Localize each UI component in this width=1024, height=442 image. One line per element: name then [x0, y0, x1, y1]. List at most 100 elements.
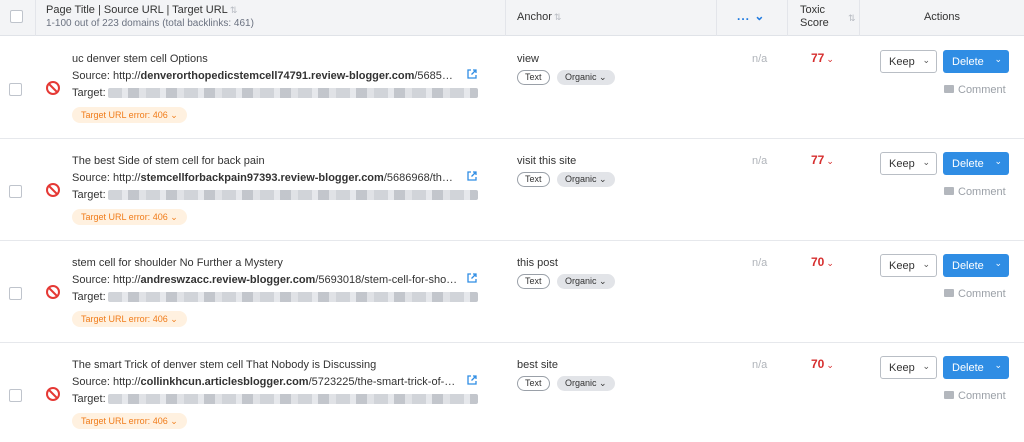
select-all-checkbox[interactable]	[10, 10, 23, 23]
anchor-text: this post	[517, 257, 558, 269]
table-row: uc denver stem cell Options Source: http…	[0, 37, 1024, 139]
chevron-down-icon: ⌄	[922, 157, 930, 167]
delete-button[interactable]: Delete ⌄	[943, 50, 1009, 73]
anchor-column-title[interactable]: Anchor ⇅	[517, 11, 561, 23]
chevron-down-icon: ⌄	[994, 54, 1002, 64]
extra-value: n/a	[752, 53, 768, 65]
comment-icon	[944, 187, 954, 195]
chevron-down-icon: ⌄	[599, 276, 607, 286]
sort-icon[interactable]: ⇅	[848, 12, 856, 25]
column-picker-button[interactable]: ... ⌄	[737, 9, 765, 23]
target-error-badge[interactable]: Target URL error: 406 ⌄	[72, 107, 187, 123]
source-url[interactable]: Source: http://andreswzacc.review-blogge…	[72, 274, 467, 286]
chevron-down-icon: ⌄	[170, 212, 178, 222]
link-type-tag: Text	[517, 172, 550, 187]
page-column-title[interactable]: Page Title | Source URL | Target URL ⇅	[46, 4, 237, 16]
toxic-score[interactable]: 70 ⌄	[811, 255, 834, 269]
target-label: Target:	[72, 189, 106, 201]
target-url-redacted	[108, 292, 478, 302]
sort-icon[interactable]: ⇅	[230, 5, 238, 15]
link-kind-tag[interactable]: Organic ⌄	[557, 274, 615, 289]
external-link-icon[interactable]	[467, 69, 477, 79]
delete-button[interactable]: Delete ⌄	[943, 152, 1009, 175]
no-entry-icon	[46, 285, 60, 299]
page-title: The best Side of stem cell for back pain	[72, 155, 265, 167]
target-label: Target:	[72, 393, 106, 405]
target-url-redacted	[108, 190, 478, 200]
toxic-score[interactable]: 77 ⌄	[811, 51, 834, 65]
comment-icon	[944, 391, 954, 399]
row-checkbox[interactable]	[9, 83, 22, 96]
chevron-down-icon: ⌄	[599, 378, 607, 388]
row-checkbox[interactable]	[9, 287, 22, 300]
header-toxic-column[interactable]: Toxic Score ⇅	[788, 0, 860, 36]
target-url-redacted	[108, 88, 478, 98]
toxic-score[interactable]: 70 ⌄	[811, 357, 834, 371]
header-anchor-column[interactable]: Anchor ⇅	[506, 0, 717, 36]
chevron-down-icon: ⌄	[599, 174, 607, 184]
comment-link[interactable]: Comment	[944, 84, 1006, 96]
header-extra-column[interactable]: ... ⌄	[717, 0, 788, 36]
header-select-cell	[0, 0, 36, 36]
anchor-text: view	[517, 53, 540, 65]
table-row: stem cell for shoulder No Further a Myst…	[0, 241, 1024, 343]
chevron-down-icon: ⌄	[922, 259, 930, 269]
page-title: stem cell for shoulder No Further a Myst…	[72, 257, 283, 269]
source-url[interactable]: Source: http://stemcellforbackpain97393.…	[72, 172, 467, 184]
target-label: Target:	[72, 87, 106, 99]
target-error-badge[interactable]: Target URL error: 406 ⌄	[72, 311, 187, 327]
delete-button[interactable]: Delete ⌄	[943, 254, 1009, 277]
link-type-tag: Text	[517, 376, 550, 391]
source-url[interactable]: Source: http://collinkhcun.articlesblogg…	[72, 376, 467, 388]
anchor-text: visit this site	[517, 155, 577, 167]
link-kind-tag[interactable]: Organic ⌄	[557, 172, 615, 187]
chevron-down-icon: ⌄	[994, 258, 1002, 268]
table-row: The smart Trick of denver stem cell That…	[0, 343, 1024, 442]
target-label: Target:	[72, 291, 106, 303]
no-entry-icon	[46, 387, 60, 401]
sort-icon[interactable]: ⇅	[554, 12, 562, 22]
chevron-down-icon: ⌄	[922, 361, 930, 371]
table-row: The best Side of stem cell for back pain…	[0, 139, 1024, 241]
keep-button[interactable]: Keep ⌄	[880, 50, 937, 73]
chevron-down-icon: ⌄	[994, 360, 1002, 370]
actions-column-title: Actions	[923, 11, 961, 23]
row-checkbox[interactable]	[9, 389, 22, 402]
delete-button[interactable]: Delete ⌄	[943, 356, 1009, 379]
no-entry-icon	[46, 81, 60, 95]
link-kind-tag[interactable]: Organic ⌄	[557, 70, 615, 85]
keep-button[interactable]: Keep ⌄	[880, 152, 937, 175]
toxic-score[interactable]: 77 ⌄	[811, 153, 834, 167]
comment-link[interactable]: Comment	[944, 186, 1006, 198]
comment-link[interactable]: Comment	[944, 390, 1006, 402]
source-url[interactable]: Source: http://denverorthopedicstemcell7…	[72, 70, 467, 82]
chevron-down-icon: ⌄	[922, 55, 930, 65]
external-link-icon[interactable]	[467, 375, 477, 385]
external-link-icon[interactable]	[467, 171, 477, 181]
external-link-icon[interactable]	[467, 273, 477, 283]
anchor-text: best site	[517, 359, 558, 371]
table-header: Page Title | Source URL | Target URL ⇅ 1-…	[0, 0, 1024, 36]
chevron-down-icon: ⌄	[170, 416, 178, 426]
keep-button[interactable]: Keep ⌄	[880, 356, 937, 379]
page-title: The smart Trick of denver stem cell That…	[72, 359, 377, 371]
chevron-down-icon: ⌄	[994, 156, 1002, 166]
comment-icon	[944, 85, 954, 93]
extra-value: n/a	[752, 155, 768, 167]
header-page-column[interactable]: Page Title | Source URL | Target URL ⇅ 1-…	[36, 0, 506, 36]
header-actions-column: Actions	[860, 0, 1024, 36]
chevron-down-icon: ⌄	[826, 258, 834, 268]
target-url-redacted	[108, 394, 478, 404]
target-error-badge[interactable]: Target URL error: 406 ⌄	[72, 209, 187, 225]
comment-link[interactable]: Comment	[944, 288, 1006, 300]
chevron-down-icon: ⌄	[826, 156, 834, 166]
target-error-badge[interactable]: Target URL error: 406 ⌄	[72, 413, 187, 429]
toxic-score-column-title[interactable]: Toxic Score ⇅	[800, 4, 856, 30]
link-type-tag: Text	[517, 274, 550, 289]
row-checkbox[interactable]	[9, 185, 22, 198]
link-kind-tag[interactable]: Organic ⌄	[557, 376, 615, 391]
keep-button[interactable]: Keep ⌄	[880, 254, 937, 277]
page-title: uc denver stem cell Options	[72, 53, 208, 65]
chevron-down-icon: ⌄	[826, 360, 834, 370]
no-entry-icon	[46, 183, 60, 197]
